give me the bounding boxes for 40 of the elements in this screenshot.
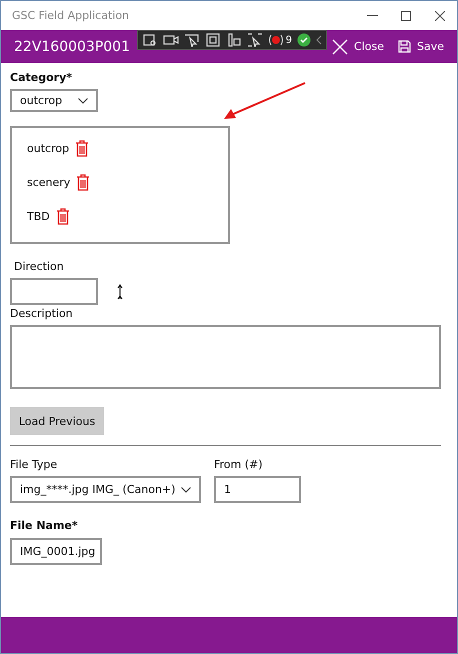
category-label: Category* — [10, 71, 73, 84]
trash-icon[interactable] — [56, 208, 70, 224]
direction-label: Direction — [14, 260, 65, 273]
close-icon[interactable] — [435, 10, 445, 20]
selection-icon[interactable] — [246, 33, 263, 47]
check-icon[interactable] — [297, 33, 311, 47]
category-item[interactable]: outcrop — [27, 142, 70, 154]
file-name-field[interactable]: IMG_0001.jpg — [10, 538, 102, 565]
pointer-icon[interactable] — [184, 33, 200, 47]
direction-field[interactable] — [10, 278, 98, 305]
error-badge-icon[interactable] — [268, 33, 284, 47]
chevron-left-icon[interactable] — [316, 35, 322, 45]
chevron-down-icon — [181, 486, 191, 492]
category-dropdown[interactable]: outcrop — [10, 89, 98, 112]
minimize-icon[interactable] — [366, 15, 378, 16]
square-icon[interactable] — [204, 33, 221, 47]
save-icon — [398, 40, 411, 53]
window-title: GSC Field Application — [12, 9, 130, 22]
frame-icon[interactable] — [142, 33, 158, 47]
description-field[interactable] — [10, 325, 441, 389]
file-type-dropdown[interactable]: img_****.jpg IMG_ (Canon+) — [10, 476, 201, 503]
record-id: 22V160003P001 — [14, 38, 130, 54]
error-count: 9 — [286, 34, 292, 46]
chevron-down-icon — [78, 98, 88, 104]
maximize-icon[interactable] — [401, 10, 411, 20]
from-field[interactable]: 1 — [214, 476, 301, 503]
description-label: Description — [10, 307, 74, 320]
close-button[interactable]: Close — [329, 38, 387, 54]
category-item[interactable]: TBD — [27, 210, 50, 222]
trash-icon[interactable] — [76, 174, 90, 190]
save-button[interactable]: Save — [394, 40, 447, 53]
file-type-label: File Type — [10, 458, 58, 471]
category-item[interactable]: scenery — [27, 176, 70, 188]
north-arrow-icon — [116, 284, 124, 300]
close-icon — [332, 38, 348, 54]
from-label: From (#) — [214, 458, 264, 471]
file-name-label: File Name* — [10, 519, 79, 532]
load-previous-button[interactable]: Load Previous — [10, 407, 104, 435]
camera-icon[interactable] — [162, 33, 179, 47]
trash-icon[interactable] — [75, 140, 90, 156]
